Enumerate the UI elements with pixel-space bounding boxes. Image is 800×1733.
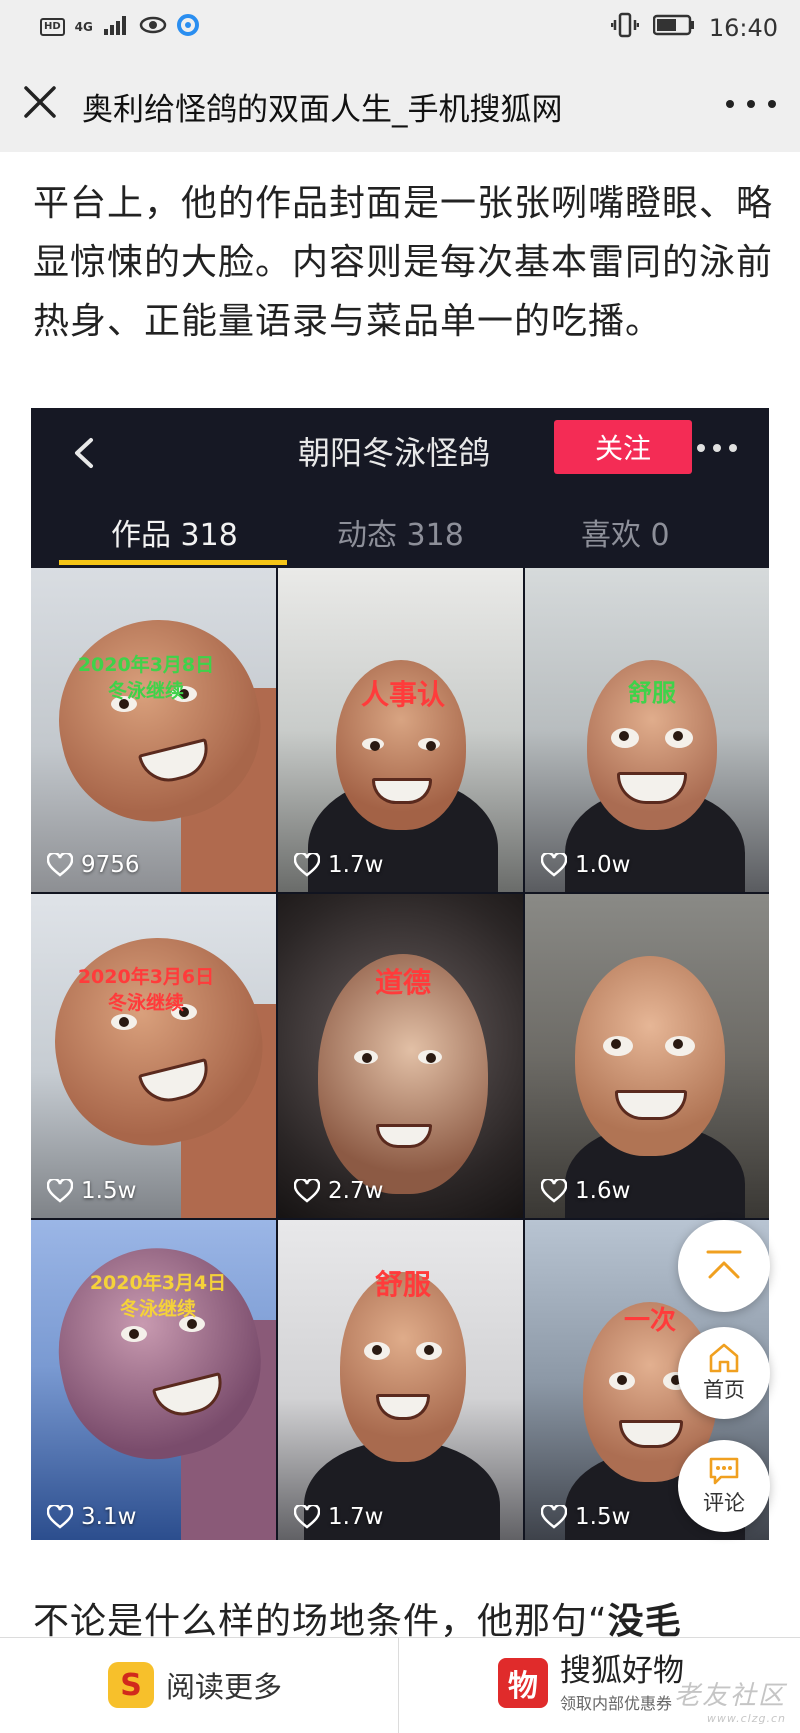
back-icon xyxy=(69,430,99,476)
scroll-top-button[interactable] xyxy=(678,1220,770,1312)
sohu-goods-title: 搜狐好物 xyxy=(560,1653,684,1689)
bottom-bar: S 阅读更多 物 搜狐好物 领取内部优惠券 老友社区 www.clzg.cn xyxy=(0,1637,800,1733)
home-icon xyxy=(709,1343,739,1373)
like-count: 1.7w xyxy=(294,852,383,878)
eye-icon xyxy=(139,15,167,39)
read-more-label: 阅读更多 xyxy=(166,1670,283,1704)
home-label: 首页 xyxy=(703,1378,745,1402)
divider xyxy=(398,1638,399,1733)
video-thumbnail: 1.6w xyxy=(525,894,769,1218)
heart-icon xyxy=(294,853,320,877)
like-count: 2.7w xyxy=(294,1178,383,1204)
sohu-goods-logo-icon: 物 xyxy=(498,1658,548,1708)
heart-icon xyxy=(47,1505,73,1529)
hd-badge: HD xyxy=(40,18,65,36)
heart-icon xyxy=(541,853,567,877)
active-tab-indicator xyxy=(59,560,287,565)
profile-name: 朝阳冬泳怪鸽 xyxy=(298,434,491,472)
like-count: 1.7w xyxy=(294,1504,383,1530)
like-count: 1.5w xyxy=(47,1178,136,1204)
status-left: HD 4G xyxy=(40,14,199,40)
network-label: 4G xyxy=(74,20,93,34)
follow-button: 关注 xyxy=(554,420,692,474)
heart-icon xyxy=(294,1505,320,1529)
read-more-button[interactable]: S 阅读更多 xyxy=(108,1662,282,1708)
video-caption: 2020年3月4日 冬泳继续 xyxy=(89,1272,227,1320)
heart-icon xyxy=(294,1179,320,1203)
video-caption: 2020年3月6日 冬泳继续 xyxy=(77,966,215,1014)
tab-posts: 动态 318 xyxy=(337,518,464,553)
heart-icon xyxy=(47,1179,73,1203)
status-right: 16:40 xyxy=(610,12,778,44)
like-count: 1.6w xyxy=(541,1178,630,1204)
article-paragraph: 平台上，他的作品封面是一张张咧嘴瞪眼、略显惊悚的大脸。内容则是每次基本雷同的泳前… xyxy=(33,183,774,342)
video-caption: 舒服 xyxy=(628,679,676,707)
more-icon[interactable] xyxy=(726,84,776,124)
status-bar: HD 4G 16:40 xyxy=(0,0,800,56)
video-thumbnail: 人事认 1.7w xyxy=(278,568,523,892)
video-thumbnail: 舒服 1.0w xyxy=(525,568,769,892)
video-thumbnail: 2020年3月4日 冬泳继续 3.1w xyxy=(31,1220,276,1540)
heart-icon xyxy=(541,1505,567,1529)
vibrate-icon xyxy=(610,12,640,44)
close-icon[interactable] xyxy=(20,82,60,122)
profile-more-icon xyxy=(697,444,737,452)
video-thumbnail: 舒服 1.7w xyxy=(278,1220,523,1540)
sohu-news-logo-icon: S xyxy=(108,1662,154,1708)
comment-label: 评论 xyxy=(703,1491,745,1515)
battery-icon xyxy=(652,14,695,42)
video-caption: 人事认 xyxy=(360,678,445,711)
video-thumbnail: 道德 2.7w xyxy=(278,894,523,1218)
like-count: 1.5w xyxy=(541,1504,630,1530)
comment-icon xyxy=(709,1457,739,1485)
video-grid: 2020年3月8日 冬泳继续 9756 人事认 1.7w 舒服 1.0w 202… xyxy=(31,568,769,1540)
comment-button[interactable]: 评论 xyxy=(678,1440,770,1532)
clock: 16:40 xyxy=(708,14,778,42)
heart-icon xyxy=(47,853,73,877)
arrow-up-icon xyxy=(706,1250,742,1279)
video-caption: 道德 xyxy=(374,966,431,999)
sohu-goods-subtitle: 领取内部优惠券 xyxy=(560,1694,673,1713)
heart-icon xyxy=(541,1179,567,1203)
video-caption: 舒服 xyxy=(374,1268,431,1301)
video-caption: 一次 xyxy=(623,1306,676,1336)
browser-icon xyxy=(176,14,199,40)
video-thumbnail: 2020年3月6日 冬泳继续 1.5w xyxy=(31,894,276,1218)
profile-topbar: 朝阳冬泳怪鸽 关注 作品 318 动态 318 喜欢 0 xyxy=(31,408,769,568)
home-button[interactable]: 首页 xyxy=(678,1327,770,1419)
like-count: 3.1w xyxy=(47,1504,136,1530)
signal-icon xyxy=(103,15,129,39)
like-count: 1.0w xyxy=(541,852,630,878)
like-count: 9756 xyxy=(47,852,140,878)
video-thumbnail: 2020年3月8日 冬泳继续 9756 xyxy=(31,568,276,892)
tab-likes: 喜欢 0 xyxy=(581,518,670,553)
watermark: 老友社区 www.clzg.cn xyxy=(673,1681,786,1725)
embedded-profile-screenshot: 朝阳冬泳怪鸽 关注 作品 318 动态 318 喜欢 0 2020年3月8日 冬… xyxy=(31,408,769,1540)
sohu-goods-button[interactable]: 物 搜狐好物 领取内部优惠券 xyxy=(498,1652,684,1714)
browser-header: 奥利给怪鸽的双面人生_手机搜狐网 xyxy=(0,56,800,152)
video-caption: 2020年3月8日 冬泳继续 xyxy=(77,654,215,702)
tab-works: 作品 318 xyxy=(111,518,238,553)
page-title: 奥利给怪鸽的双面人生_手机搜狐网 xyxy=(82,92,563,128)
